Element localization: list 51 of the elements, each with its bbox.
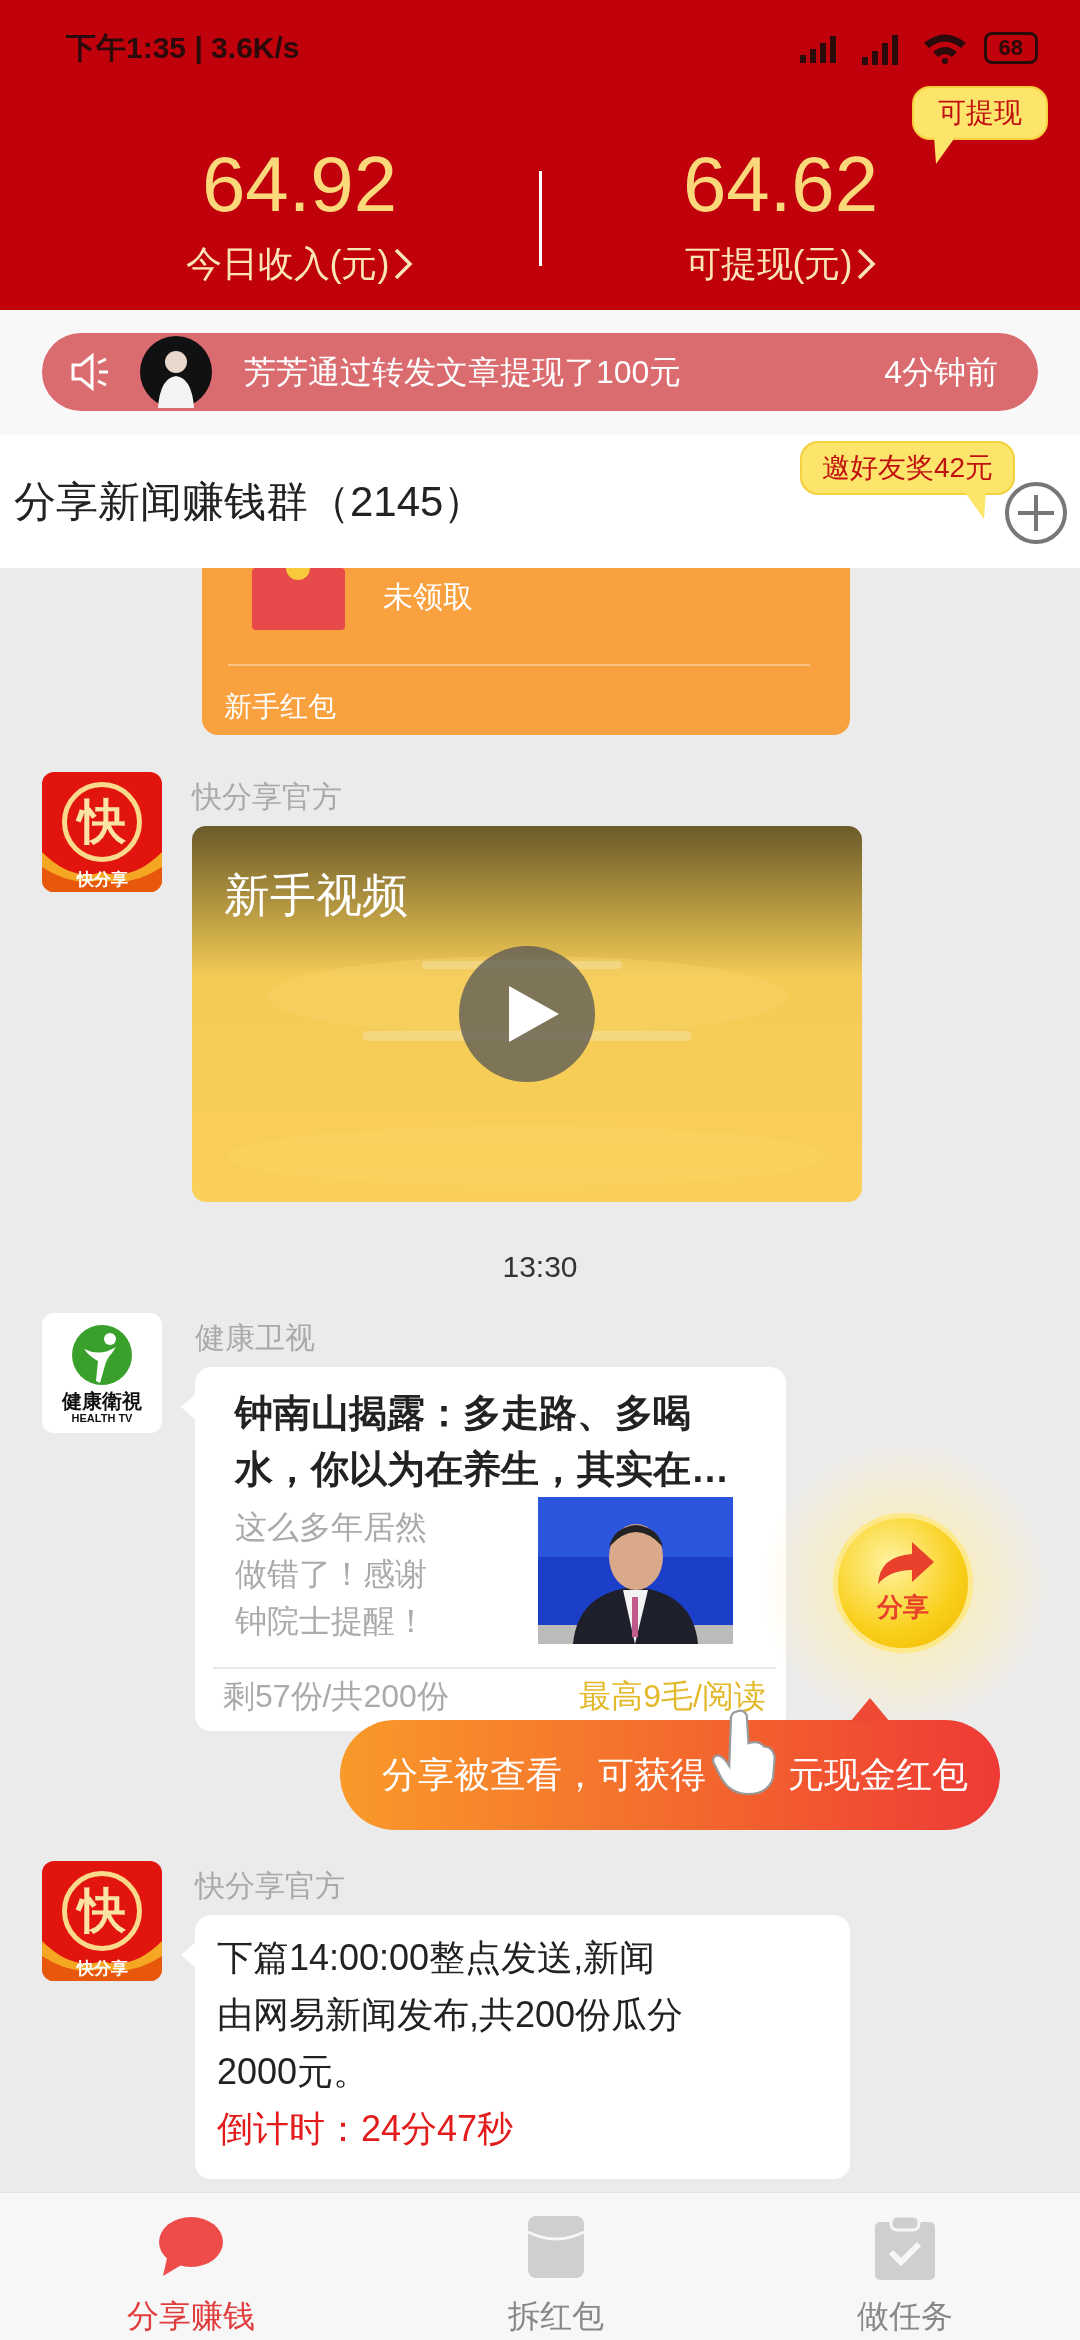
notice-bar[interactable]: 芳芳通过转发文章提现了100元 4分钟前 (42, 333, 1038, 411)
status-time: 下午1:35 | 3.6K/s (66, 30, 300, 66)
article-title: 钟南山揭露：多走路、多喝水，你以为在养生，其实在… (235, 1391, 730, 1492)
logo-glyph: 快 (78, 1887, 126, 1935)
battery-level: 68 (998, 36, 1023, 59)
video-title: 新手视频 (224, 868, 408, 923)
logo-caption: HEALTH TV (70, 1413, 134, 1424)
video-card[interactable]: 新手视频 (192, 826, 862, 1202)
avatar[interactable]: 快 快分享 (42, 1861, 162, 1981)
pointer-tail-icon (850, 1698, 890, 1722)
notice-text: 芳芳通过转发文章提现了100元 (244, 353, 683, 392)
gift-card[interactable]: 未领取 新手红包 (202, 568, 850, 735)
sender-name: 快分享官方 (195, 1868, 346, 1904)
tab[interactable]: 分享赚钱 (0, 2193, 382, 2340)
article-excerpt: 这么多年居然做错了！感谢钟院士提醒！ (235, 1508, 428, 1641)
logo-caption: 健康衛視 (60, 1391, 143, 1411)
banner-text: 分享被查看，可获得 (382, 1753, 706, 1797)
add-icon[interactable] (1004, 481, 1068, 545)
play-icon[interactable] (457, 944, 597, 1084)
timestamp: 13:30 (502, 1250, 578, 1283)
share-count: 剩57份/共200份 (223, 1677, 449, 1716)
tooltip-text: 邀好友奖42元 (822, 452, 994, 483)
amount-label[interactable]: 今日收入(元) (185, 237, 390, 291)
avatar[interactable]: 健康衛視 HEALTH TV (42, 1313, 162, 1433)
packet-label: 新手红包 (224, 690, 336, 724)
tooltip-text: 可提现 (938, 97, 1022, 128)
logo-caption: 快分享 (75, 869, 129, 890)
avatar[interactable]: 快 快分享 (42, 772, 162, 892)
tab[interactable]: 拆红包 (381, 2193, 731, 2340)
share-button[interactable]: 分享 (833, 1513, 973, 1653)
logo-icon (70, 1323, 134, 1387)
envelope-icon (252, 568, 345, 630)
chevron-right-icon[interactable] (856, 247, 877, 281)
notice-time: 4分钟前 (884, 353, 998, 392)
sender-name: 快分享官方 (192, 779, 343, 815)
countdown-text: 倒计时：24分47秒 (217, 2107, 515, 2151)
article-card[interactable]: 钟南山揭露：多走路、多喝水，你以为在养生，其实在… 这么多年居然做错了！感谢钟院士提醒！ 剩57份/共200份 最高9毛/阅读 (195, 1367, 786, 1731)
amount-value: 64.92 (201, 145, 398, 223)
reward-rate: 最高9毛/阅读 (579, 1677, 766, 1716)
message-text: 下篇14:00:00整点发送,新闻由网易新闻发布,共200份瓜分2000元。 (217, 1936, 685, 2094)
logo-caption: 快分享 (75, 1958, 129, 1979)
packet-status: 未领取 (383, 579, 473, 615)
tab[interactable]: 做任务 (730, 2193, 1080, 2340)
chevron-right-icon[interactable] (393, 247, 414, 281)
amount-value: 64.62 (682, 145, 879, 223)
sender-name: 健康卫视 (195, 1320, 316, 1356)
group-title: 分享新闻赚钱群（2145） (14, 477, 486, 527)
logo-glyph: 快 (78, 798, 126, 846)
avatar-icon (140, 336, 212, 408)
banner-text: 元现金红包 (788, 1753, 968, 1797)
amount-label[interactable]: 可提现(元) (684, 237, 853, 291)
